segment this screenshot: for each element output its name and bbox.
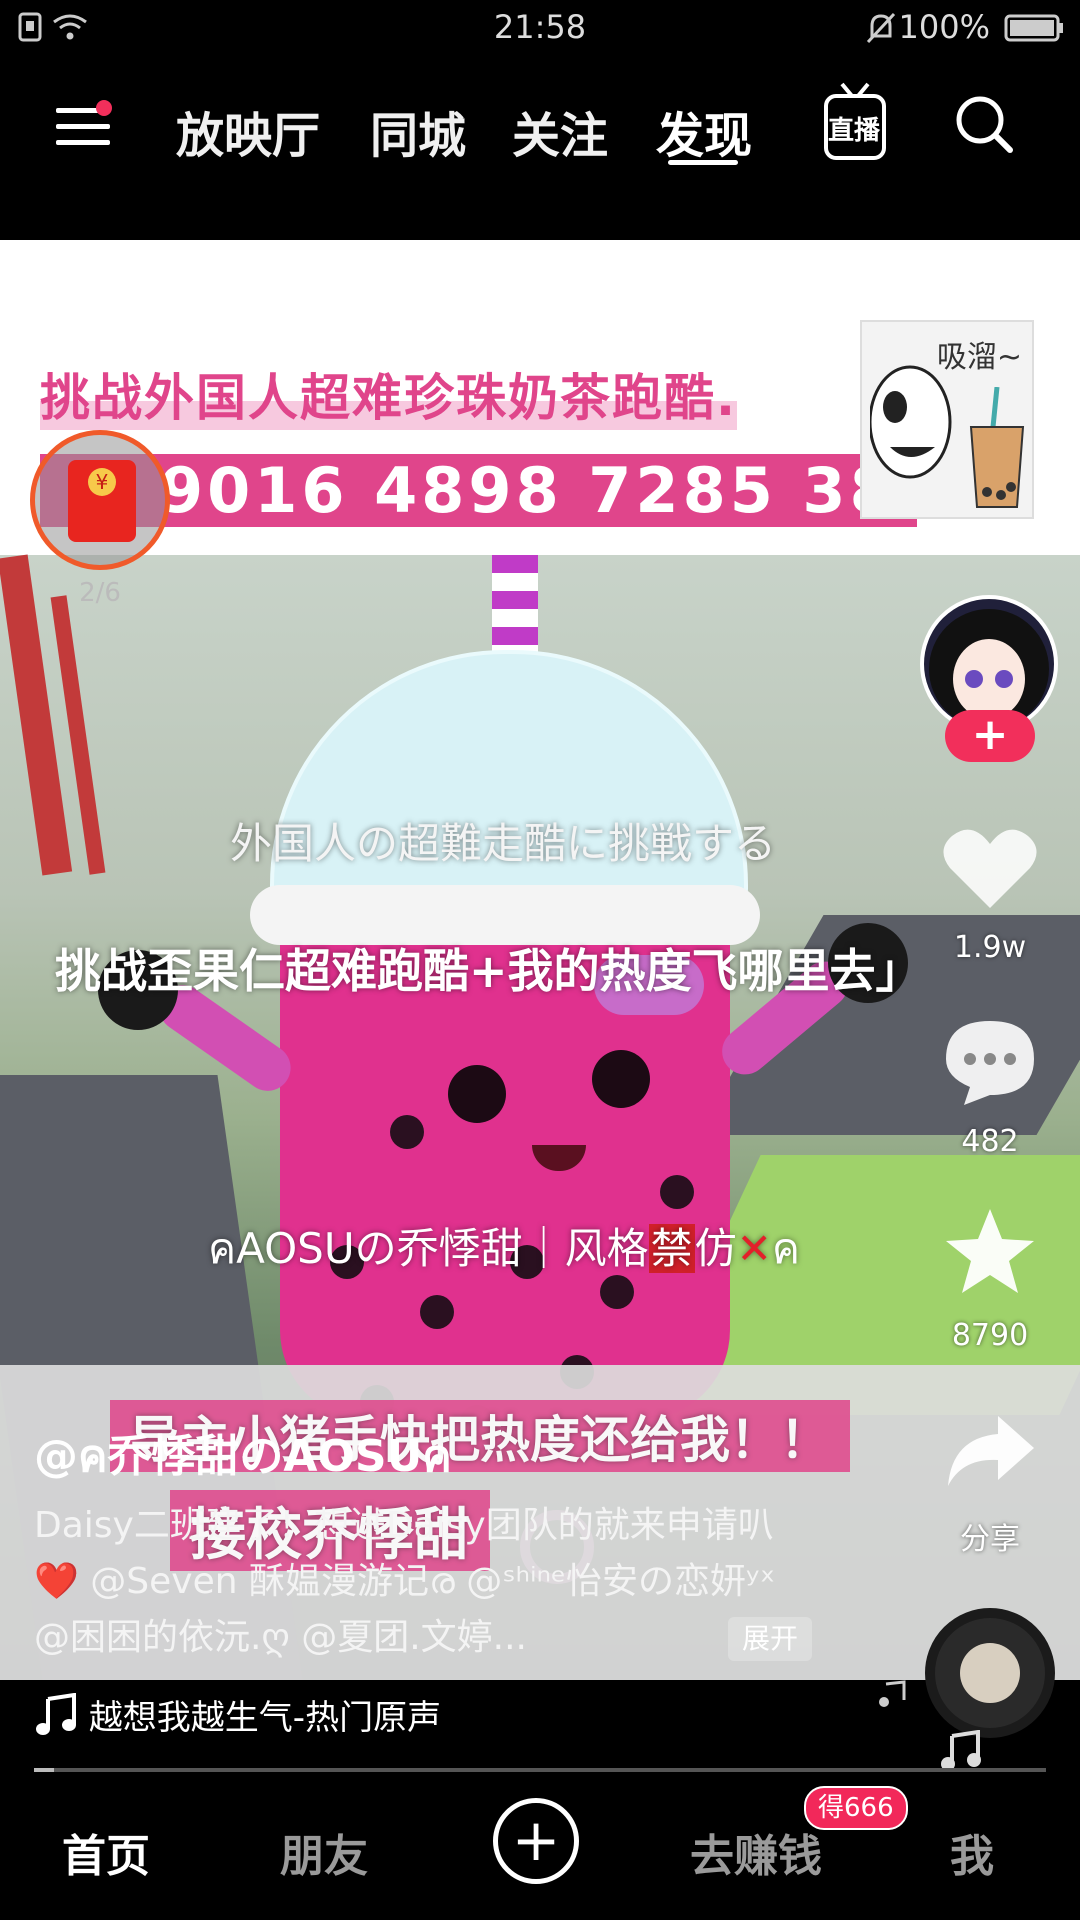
disc-cover (960, 1643, 1020, 1703)
music-note-icon (36, 1692, 76, 1735)
nav-earn[interactable]: 去赚钱 (690, 1820, 822, 1884)
hamburger-icon (56, 100, 112, 145)
panda-sticker: 吸溜~ (860, 320, 1034, 519)
music-disc[interactable] (925, 1608, 1055, 1738)
bottom-nav: 首页 朋友 + 去赚钱 得666 我 (0, 1776, 1080, 1920)
menu-button[interactable] (56, 100, 112, 148)
comment-count: 482 (961, 1124, 1019, 1159)
watermark-x: ✕ (736, 1224, 772, 1273)
watermark-text: AOSUの乔悸甜｜风格 (236, 1224, 649, 1273)
music-info[interactable]: 越想我越生气-热门原声 (34, 1690, 441, 1739)
nav-friends[interactable]: 朋友 (280, 1820, 368, 1884)
comment-button[interactable] (942, 1015, 1038, 1107)
playback-progress-fill (34, 1768, 55, 1772)
status-bar: 21:58 100% (0, 0, 1080, 56)
favorite-count: 8790 (951, 1318, 1029, 1353)
live-label: 直播 (828, 116, 881, 146)
bell-muted-icon (866, 12, 896, 44)
favorite-button[interactable] (942, 1205, 1038, 1297)
banner-title: 挑战外国人超难珍珠奶茶跑酷. (40, 358, 737, 430)
cup-eye-right (592, 1050, 650, 1108)
live-button[interactable]: 直播 (822, 80, 888, 164)
watermark-tail: 仿 (694, 1224, 737, 1273)
boba-dot (390, 1115, 424, 1149)
search-icon (956, 96, 1013, 153)
search-button[interactable] (952, 92, 1016, 156)
watermark-end: ค (771, 1224, 800, 1273)
nav-home[interactable]: 首页 (62, 1820, 150, 1884)
like-button[interactable] (940, 820, 1040, 915)
music-title: 越想我越生气-热门原声 (88, 1698, 442, 1738)
boba-dot (420, 1295, 454, 1329)
yen-symbol: ¥ (88, 468, 116, 496)
caption-japanese: 外国人の超難走酷に挑戦する (230, 819, 777, 868)
expand-button[interactable]: 展开 (728, 1617, 812, 1661)
share-label: 分享 (960, 1522, 1020, 1557)
active-tab-indicator (668, 160, 738, 165)
boba-dot (660, 1175, 694, 1209)
battery-icon (1004, 14, 1063, 42)
create-button[interactable]: + (493, 1798, 579, 1884)
banner-id: 9016 4898 7285 38 (40, 454, 917, 527)
nav-me[interactable]: 我 (950, 1820, 994, 1884)
like-count: 1.9w (953, 930, 1027, 965)
red-envelope-icon: ¥ (68, 460, 136, 542)
video-description: Daisy二班建了！想进Daisy团队的就来申请叭❤️ @Seven 酥媪漫游记… (34, 1505, 776, 1658)
tab-cinema[interactable]: 放映厅 (176, 96, 320, 166)
watermark-prefix: ค (208, 1224, 237, 1273)
cup-eye-left (448, 1065, 506, 1123)
milk-tea-icon (969, 387, 1025, 508)
creator-username[interactable]: @ค乔悸甜のAOSUค (34, 1420, 452, 1491)
share-button[interactable] (942, 1410, 1038, 1490)
follow-button[interactable]: + (945, 710, 1035, 762)
floating-note-icon (879, 1680, 906, 1707)
playback-progress[interactable] (34, 1768, 1046, 1772)
caption-chinese: 挑战歪果仁超难跑酷+我的热度飞哪里去」 (55, 944, 922, 998)
tab-discover[interactable]: 发现 (656, 96, 752, 166)
watermark-forbid: 禁 (648, 1224, 695, 1273)
battery-percent: 100% (898, 8, 990, 46)
panda-face-icon (870, 365, 952, 479)
red-packet-button[interactable]: ¥ (30, 430, 170, 570)
watermark: คAOSUの乔悸甜｜风格禁仿✕ค (208, 1215, 800, 1282)
share-arrow-icon (948, 1416, 1034, 1486)
heart-icon (943, 829, 1037, 908)
comment-icon (946, 1021, 1034, 1105)
top-nav: 放映厅 同城 关注 发现 直播 (0, 56, 1080, 240)
red-packet-progress: 2/6 (79, 578, 121, 608)
tab-nearby[interactable]: 同城 (370, 96, 466, 166)
tab-following[interactable]: 关注 (512, 96, 608, 166)
sticker-text: 吸溜~ (936, 340, 1022, 375)
star-icon (946, 1209, 1034, 1293)
earn-badge: 得666 (804, 1786, 908, 1830)
